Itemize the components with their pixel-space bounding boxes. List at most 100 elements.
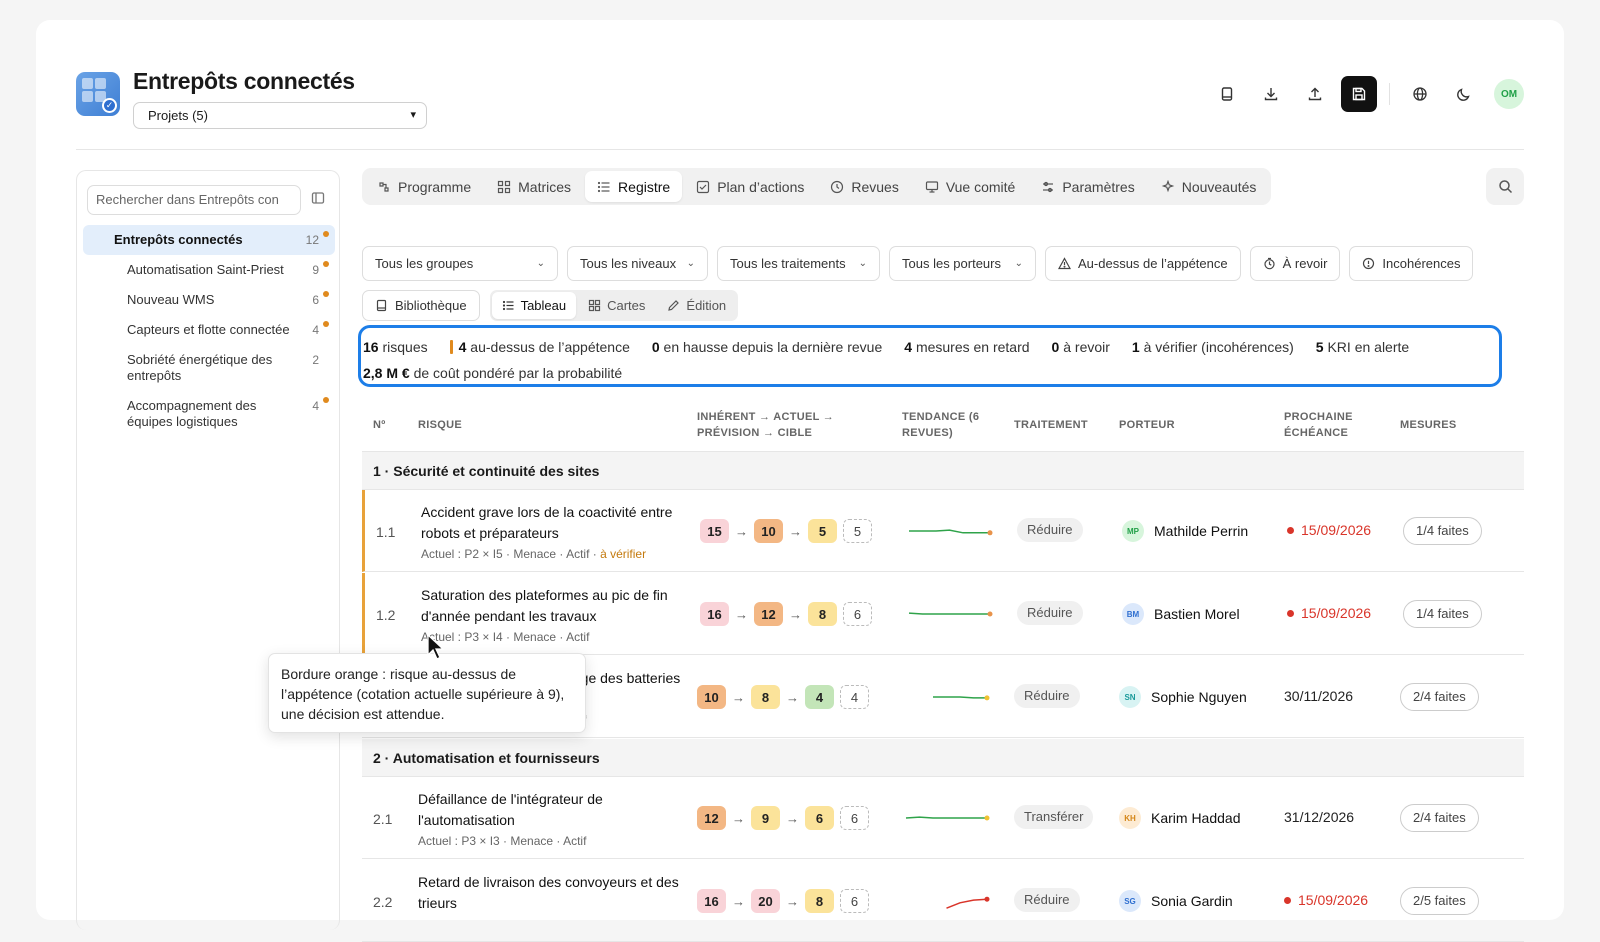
score-target: 6	[840, 889, 869, 913]
tab-label: Vue comité	[945, 178, 1016, 195]
filter-treatments-select[interactable]: Tous les traitements ⌄	[717, 246, 880, 281]
table-row[interactable]: 1.2 Saturation des plateformes au pic de…	[362, 573, 1524, 655]
trend-last-point	[987, 611, 993, 617]
risk-owner[interactable]: SG Sonia Gardin	[1119, 890, 1233, 912]
risk-title[interactable]: Retard de livraison des convoyeurs et de…	[418, 872, 688, 914]
summary-to-review: 0 à revoir	[1051, 339, 1110, 355]
view-table-button[interactable]: Tableau	[491, 292, 577, 319]
sidebar-item[interactable]: Sobriété énergétique des entrepôts 2	[83, 345, 335, 391]
risk-number: 1.1	[376, 524, 396, 540]
app-logo-icon: ✓	[76, 72, 120, 116]
col-due[interactable]: PROCHAINE ÉCHÉANCE	[1284, 398, 1374, 452]
tab-label: Matrices	[518, 178, 572, 195]
sparkle-icon	[1161, 179, 1174, 192]
risk-title[interactable]: Défaillance de l'intégrateur de l'automa…	[418, 789, 688, 831]
measures-button[interactable]: 1/4 faites	[1403, 600, 1482, 628]
tab-label: Revues	[851, 178, 899, 195]
risk-title[interactable]: Accident grave lors de la coactivité ent…	[421, 502, 691, 544]
view-edit-button[interactable]: Édition	[657, 292, 736, 319]
user-avatar[interactable]: OM	[1494, 79, 1524, 109]
sidebar-item[interactable]: Capteurs et flotte connectée 4	[83, 315, 335, 345]
project-select-value: Projets (5)	[148, 108, 208, 123]
sidebar-item-count: 6	[312, 293, 319, 307]
table-group-header[interactable]: 1 · Sécurité et continuité des sites	[362, 452, 1524, 490]
moon-icon[interactable]	[1446, 76, 1482, 112]
summary-rising: 0 en hausse depuis la dernière revue	[651, 339, 883, 355]
due-date: 15/09/2026	[1287, 522, 1371, 538]
table-row[interactable]: 2.2 Retard de livraison des convoyeurs e…	[362, 860, 1524, 942]
measures-button[interactable]: 2/5 faites	[1400, 887, 1479, 915]
summary-weighted-cost: 2,8 M € de coût pondéré par la probabili…	[363, 365, 623, 381]
risk-title[interactable]: Saturation des plateformes au pic de fin…	[421, 585, 691, 627]
filter-above-appetite-button[interactable]: Au-dessus de l’appétence	[1045, 246, 1241, 281]
download-icon[interactable]	[1253, 76, 1289, 112]
alert-circle-icon	[1363, 257, 1375, 270]
risk-owner[interactable]: SN Sophie Nguyen	[1119, 686, 1247, 708]
col-num[interactable]: Nº	[373, 398, 386, 452]
col-trend[interactable]: TENDANCE (6 REVUES)	[902, 398, 992, 452]
tab-paramètres[interactable]: Paramètres	[1029, 171, 1146, 202]
owner-avatar: SN	[1119, 686, 1141, 708]
overdue-dot	[1287, 609, 1294, 617]
sidebar-item[interactable]: Accompagnement des équipes logistiques 4	[83, 391, 335, 437]
monitor-icon	[925, 180, 938, 193]
col-scores[interactable]: INHÉRENT → ACTUEL → PRÉVISION → CIBLE	[697, 398, 857, 452]
measures-button[interactable]: 1/4 faites	[1403, 517, 1482, 545]
score-current: 12	[754, 602, 783, 626]
summary-kri-alert: 5 KRI en alerte	[1315, 339, 1410, 355]
tab-matrices[interactable]: Matrices	[485, 171, 583, 202]
tab-label: Plan d’actions	[717, 178, 805, 195]
sidebar-collapse-icon[interactable]	[311, 191, 325, 208]
globe-icon[interactable]	[1402, 76, 1438, 112]
risk-owner[interactable]: BM Bastien Morel	[1122, 603, 1240, 625]
summary-above-appetite: 4 au-dessus de l’appétence	[449, 334, 630, 360]
filter-groups-select[interactable]: Tous les groupes ⌄	[362, 246, 558, 281]
view-cards-button[interactable]: Cartes	[578, 292, 655, 319]
col-risk[interactable]: RISQUE	[418, 398, 462, 452]
col-owner[interactable]: PORTEUR	[1119, 398, 1175, 452]
col-measures[interactable]: MESURES	[1400, 398, 1457, 452]
library-button[interactable]: Bibliothèque	[362, 290, 480, 321]
filter-inconsistencies-button[interactable]: Incohérences	[1349, 246, 1474, 281]
measures-button[interactable]: 2/4 faites	[1400, 804, 1479, 832]
sidebar-item[interactable]: Nouveau WMS 6	[83, 285, 335, 315]
score-target: 6	[843, 602, 872, 626]
risk-owner[interactable]: KH Karim Haddad	[1119, 807, 1241, 829]
owner-avatar: KH	[1119, 807, 1141, 829]
tab-plan-d-actions[interactable]: Plan d’actions	[684, 171, 816, 202]
warning-triangle-icon	[1058, 257, 1071, 270]
sidebar-search-input[interactable]: Rechercher dans Entrepôts con	[87, 185, 301, 215]
score-inherent: 16	[697, 889, 726, 913]
measures-button[interactable]: 2/4 faites	[1400, 683, 1479, 711]
tab-registre[interactable]: Registre	[585, 171, 683, 202]
filter-review-button[interactable]: À revoir	[1249, 246, 1341, 281]
tab-revues[interactable]: Revues	[818, 171, 910, 202]
trend-last-point	[984, 896, 990, 902]
score-current: 20	[751, 889, 780, 913]
alert-dot	[323, 261, 329, 267]
tab-programme[interactable]: Programme	[365, 171, 483, 202]
sidebar-item[interactable]: Automatisation Saint-Priest 9	[83, 255, 335, 285]
table-row[interactable]: 2.1 Défaillance de l'intégrateur de l'au…	[362, 777, 1524, 859]
sidebar-item-count: 4	[312, 399, 319, 413]
nav-tabs: Programme Matrices Registre Plan d’actio…	[362, 168, 1272, 205]
risk-owner[interactable]: MP Mathilde Perrin	[1122, 520, 1248, 542]
filter-inconsistencies-label: Incohérences	[1382, 256, 1461, 271]
document-icon[interactable]	[1209, 76, 1245, 112]
score-inherent: 16	[700, 602, 729, 626]
tab-nouveautés[interactable]: Nouveautés	[1149, 171, 1269, 202]
filter-owners-select[interactable]: Tous les porteurs ⌄	[889, 246, 1036, 281]
save-icon[interactable]	[1341, 76, 1377, 112]
due-date: 15/09/2026	[1287, 605, 1371, 621]
upload-icon[interactable]	[1297, 76, 1333, 112]
table-group-header[interactable]: 2 · Automatisation et fournisseurs	[362, 739, 1524, 777]
sidebar-item[interactable]: Entrepôts connectés 12	[83, 225, 335, 255]
owner-name: Sonia Gardin	[1151, 893, 1233, 909]
filter-levels-label: Tous les niveaux	[580, 256, 677, 271]
filter-levels-select[interactable]: Tous les niveaux ⌄	[567, 246, 708, 281]
col-treatment[interactable]: TRAITEMENT	[1014, 398, 1088, 452]
project-select[interactable]: Projets (5) ▾	[133, 102, 427, 129]
search-icon[interactable]	[1486, 168, 1524, 205]
table-row[interactable]: 1.1 Accident grave lors de la coactivité…	[362, 490, 1524, 572]
tab-vue-comité[interactable]: Vue comité	[913, 171, 1028, 202]
